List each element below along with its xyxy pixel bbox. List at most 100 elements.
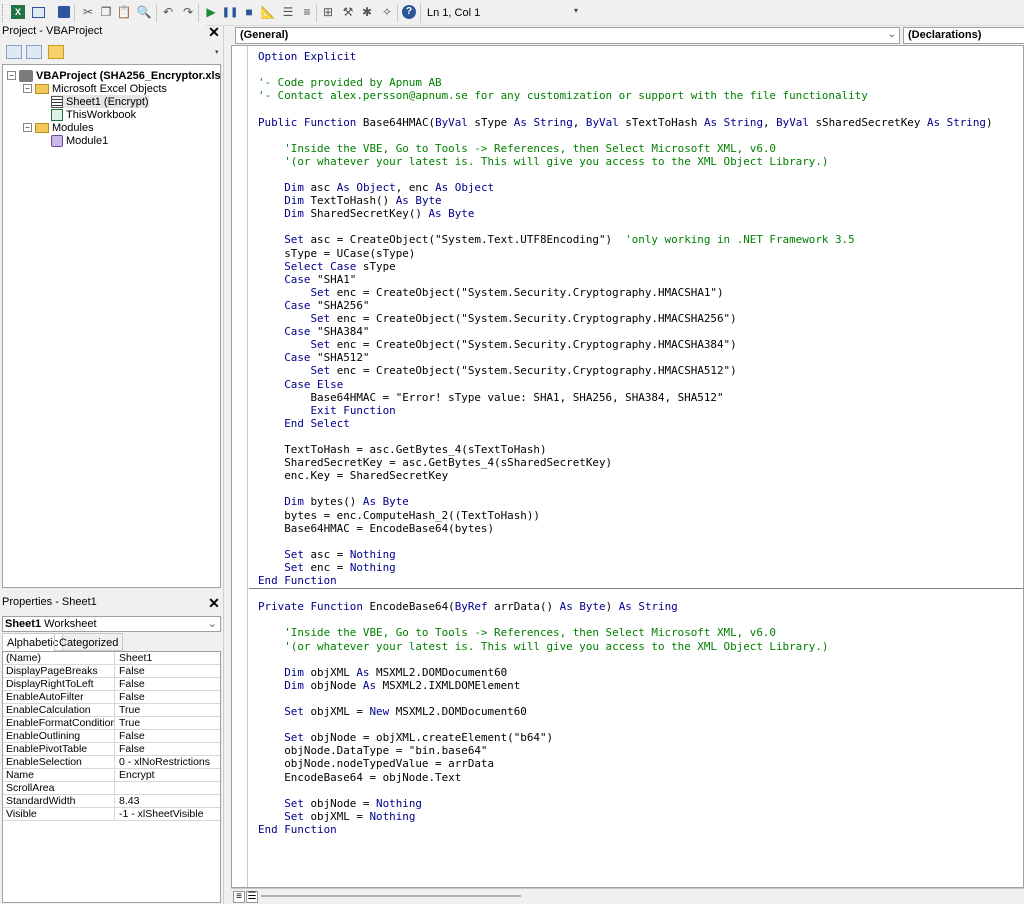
property-value[interactable]: True <box>116 704 220 717</box>
object-combo[interactable]: (General) ⌄ <box>235 27 900 44</box>
code-line[interactable]: Set asc = CreateObject("System.Text.UTF8… <box>258 233 854 246</box>
code-line[interactable]: Public Function Base64HMAC(ByVal sType A… <box>258 116 993 129</box>
code-line[interactable]: Case Else <box>258 378 343 391</box>
toggle-folders-icon[interactable] <box>48 45 64 59</box>
code-line[interactable]: Exit Function <box>258 404 395 417</box>
procedure-combo[interactable]: (Declarations) <box>903 27 1024 44</box>
horizontal-scrollbar[interactable] <box>261 895 521 897</box>
properties-icon[interactable]: ≡ <box>299 4 315 20</box>
code-line[interactable]: 'Inside the VBE, Go to Tools -> Referenc… <box>258 142 776 155</box>
code-line[interactable]: Select Case sType <box>258 260 395 273</box>
code-line[interactable]: objNode.nodeTypedValue = arrData <box>258 757 494 770</box>
property-value[interactable] <box>116 782 220 795</box>
property-value[interactable]: Sheet1 <box>116 652 220 665</box>
property-value[interactable]: False <box>116 730 220 743</box>
code-line[interactable]: Base64HMAC = "Error! sType value: SHA1, … <box>258 391 723 404</box>
code-line[interactable]: End Select <box>258 417 350 430</box>
code-line[interactable]: objNode.DataType = "bin.base64" <box>258 744 487 757</box>
toolbox-icon[interactable]: ⚒ <box>340 4 356 20</box>
code-line[interactable]: Set enc = CreateObject("System.Security.… <box>258 286 723 299</box>
tab-categorized[interactable]: Categorized <box>54 633 124 651</box>
code-line[interactable]: EncodeBase64 = objNode.Text <box>258 771 461 784</box>
property-value[interactable]: Encrypt <box>116 769 220 782</box>
code-line[interactable]: Set objNode = objXML.createElement("b64"… <box>258 731 553 744</box>
collapse-icon[interactable]: − <box>23 84 32 93</box>
reset-icon[interactable]: ■ <box>241 4 257 20</box>
insert-userform-icon[interactable] <box>30 4 46 20</box>
tree-node-vbaproject[interactable]: − VBAProject (SHA256_Encryptor.xlsm) <box>7 69 220 82</box>
property-value[interactable]: False <box>116 743 220 756</box>
property-value[interactable]: True <box>116 717 220 730</box>
run-icon[interactable]: ▶ <box>203 4 219 20</box>
break-icon[interactable]: ❚❚ <box>222 4 239 20</box>
code-line[interactable]: SharedSecretKey = asc.GetBytes_4(sShared… <box>258 456 612 469</box>
margin-indicator-bar[interactable] <box>232 46 248 887</box>
help-icon[interactable]: ? <box>401 4 417 20</box>
code-line[interactable]: Dim TextToHash() As Byte <box>258 194 441 207</box>
toolbar-grip[interactable] <box>2 4 5 22</box>
code-line[interactable]: '- Contact alex.persson@apnum.se for any… <box>258 89 868 102</box>
object-browser-icon[interactable]: ⊞ <box>320 4 336 20</box>
design-mode-icon[interactable]: 📐 <box>260 4 276 20</box>
code-line[interactable]: enc.Key = SharedSecretKey <box>258 469 448 482</box>
tree-node-excel-objects[interactable]: − Microsoft Excel Objects <box>23 82 167 95</box>
code-line[interactable]: Set enc = CreateObject("System.Security.… <box>258 338 736 351</box>
view-code-icon[interactable] <box>6 45 22 59</box>
code-line[interactable]: Set enc = CreateObject("System.Security.… <box>258 364 736 377</box>
property-row[interactable]: ScrollArea <box>3 782 220 795</box>
property-row[interactable]: EnableCalculation True <box>3 704 220 717</box>
toolbar-options-chevron[interactable]: ▾ <box>574 6 581 22</box>
project-panel-scroll-icon[interactable]: ▾ <box>215 48 222 64</box>
code-line[interactable]: Case "SHA1" <box>258 273 356 286</box>
code-line[interactable]: Dim asc As Object, enc As Object <box>258 181 494 194</box>
code-editor[interactable]: Option Explicit '- Code provided by Apnum… <box>231 45 1024 888</box>
code-line[interactable]: Case "SHA512" <box>258 351 369 364</box>
code-line[interactable]: '- Code provided by Apnum AB <box>258 76 442 89</box>
code-line[interactable]: Private Function EncodeBase64(ByRef arrD… <box>258 600 678 613</box>
code-line[interactable]: Dim objNode As MSXML2.IXMLDOMElement <box>258 679 520 692</box>
code-line[interactable]: bytes = enc.ComputeHash_2((TextToHash)) <box>258 509 540 522</box>
tree-node-sheet1[interactable]: Sheet1 (Encrypt) <box>51 95 149 108</box>
property-row[interactable]: EnableSelection 0 - xlNoRestrictions <box>3 756 220 769</box>
project-explorer-icon[interactable]: ☰ <box>280 4 296 20</box>
code-line[interactable]: Dim objXML As MSXML2.DOMDocument60 <box>258 666 507 679</box>
property-row[interactable]: Name Encrypt <box>3 769 220 782</box>
code-line[interactable]: Case "SHA384" <box>258 325 369 338</box>
property-value[interactable]: 8.43 <box>116 795 220 808</box>
property-row[interactable]: StandardWidth 8.43 <box>3 795 220 808</box>
collapse-icon[interactable]: − <box>23 123 32 132</box>
view-object-icon[interactable] <box>26 45 42 59</box>
tree-node-thisworkbook[interactable]: ThisWorkbook <box>51 108 136 121</box>
property-value[interactable]: -1 - xlSheetVisible <box>116 808 220 821</box>
find-icon[interactable]: 🔍 <box>136 4 152 20</box>
code-line[interactable]: '(or whatever your latest is. This will … <box>258 640 828 653</box>
code-line[interactable]: Set asc = Nothing <box>258 548 395 561</box>
cut-icon[interactable]: ✂ <box>80 4 96 20</box>
property-row[interactable]: EnablePivotTable False <box>3 743 220 756</box>
full-module-view-icon[interactable]: ☰ <box>246 891 258 903</box>
code-line[interactable]: End Function <box>258 823 337 836</box>
property-row[interactable]: EnableAutoFilter False <box>3 691 220 704</box>
property-row[interactable]: EnableFormatConditionsCalTrue <box>3 717 220 730</box>
code-line[interactable]: Set objNode = Nothing <box>258 797 422 810</box>
collapse-icon[interactable]: − <box>7 71 16 80</box>
code-line[interactable]: Set objXML = Nothing <box>258 810 415 823</box>
property-value[interactable]: 0 - xlNoRestrictions <box>116 756 220 769</box>
copy-icon[interactable]: ❐ <box>98 4 114 20</box>
procedure-view-icon[interactable]: ≡ <box>233 891 245 903</box>
toolbox-extra-icon[interactable]: ✱ <box>359 4 375 20</box>
property-row[interactable]: DisplayRightToLeft False <box>3 678 220 691</box>
toolbox-wand-icon[interactable]: ✧ <box>379 4 395 20</box>
pane-splitter[interactable] <box>223 26 228 904</box>
property-row[interactable]: Visible -1 - xlSheetVisible <box>3 808 220 821</box>
code-line[interactable]: TextToHash = asc.GetBytes_4(sTextToHash) <box>258 443 546 456</box>
save-icon[interactable] <box>56 4 72 20</box>
project-panel-close-icon[interactable]: ✕ <box>206 24 222 40</box>
property-value[interactable]: False <box>116 665 220 678</box>
code-line[interactable]: Dim SharedSecretKey() As Byte <box>258 207 474 220</box>
property-row[interactable]: (Name) Sheet1 <box>3 652 220 665</box>
redo-icon[interactable]: ↷ <box>180 4 196 20</box>
code-line[interactable]: Set enc = Nothing <box>258 561 395 574</box>
properties-panel-close-icon[interactable]: ✕ <box>206 595 222 611</box>
code-line[interactable]: Case "SHA256" <box>258 299 369 312</box>
